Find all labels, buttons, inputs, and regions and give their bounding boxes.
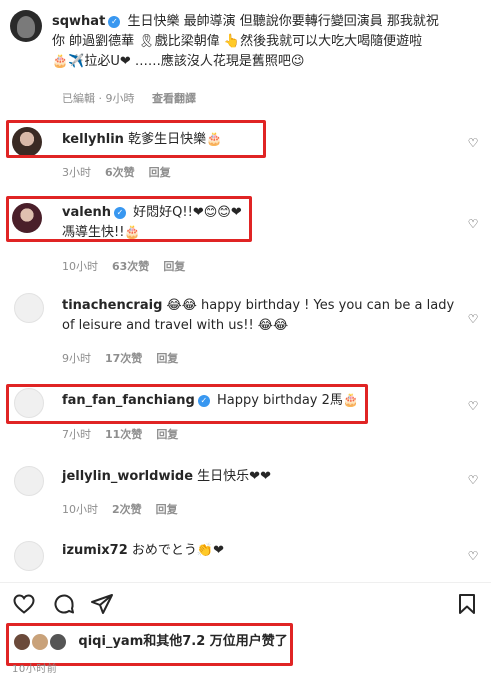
comment-meta: 9小时 17次赞 回复: [62, 350, 192, 366]
comment-like-heart-icon[interactable]: ♡: [467, 313, 479, 325]
comment-time: 3小时: [62, 166, 91, 179]
comment-username[interactable]: izumix72: [62, 543, 128, 558]
comment-avatar[interactable]: [14, 293, 44, 323]
comment-avatar[interactable]: [14, 466, 44, 496]
post-meta: 已編輯 · 9小時 查看翻譯: [62, 90, 196, 106]
caption-line-3: 🎂✈️拉必U❤ ……應該沒人花現是舊照吧😉: [52, 54, 305, 69]
comment-avatar[interactable]: [14, 541, 44, 571]
comment-text: tinachencraig 😂😂 happy birthday ! Yes yo…: [62, 296, 462, 336]
caption-line-2: 你 帥過劉德華 🎗戲比梁朝偉 👆然後我就可以大吃大喝隨便遊啦: [52, 34, 423, 49]
reply-button[interactable]: 回复: [163, 260, 185, 273]
highlight-box: [6, 120, 266, 158]
caption-line-1: 生日快樂 最帥導演 但聽說你要轉行變回演員 那我就祝: [127, 14, 439, 29]
comment-text: jellylin_worldwide 生日快乐❤❤: [62, 467, 271, 487]
post-author-username[interactable]: sqwhat: [52, 14, 105, 29]
comment-meta: 10小时 63次赞 回复: [62, 258, 199, 274]
share-icon[interactable]: [90, 592, 114, 616]
comment-like-heart-icon[interactable]: ♡: [467, 137, 479, 149]
comment-likes[interactable]: 17次赞: [105, 352, 142, 365]
like-heart-icon[interactable]: [12, 592, 36, 616]
highlight-box: [6, 196, 252, 242]
comment-username[interactable]: tinachencraig: [62, 298, 162, 313]
comment-time: 10小时: [62, 260, 98, 273]
reply-button[interactable]: 回复: [156, 428, 178, 441]
comment-time: 9小时: [62, 352, 91, 365]
comment-username[interactable]: jellylin_worldwide: [62, 469, 193, 484]
reply-button[interactable]: 回复: [149, 166, 171, 179]
comment-meta: 7小时 11次赞 回复: [62, 426, 192, 442]
post-time-ago: 10小时前: [12, 664, 58, 675]
see-translation-link[interactable]: 查看翻譯: [152, 92, 196, 105]
comment-body: 😂😂 happy birthday ! Yes you can be a lad…: [166, 298, 455, 313]
comment-text: izumix72 おめでとう👏❤: [62, 541, 224, 561]
highlight-box: [6, 384, 368, 424]
comment-icon[interactable]: [52, 592, 76, 616]
post-caption: sqwhat ✓ 生日快樂 最帥導演 但聽說你要轉行變回演員 那我就祝 你 帥過劉…: [52, 12, 482, 72]
comment-like-heart-icon[interactable]: ♡: [467, 474, 479, 486]
comment-time: 7小时: [62, 428, 91, 441]
comment-like-heart-icon[interactable]: ♡: [467, 550, 479, 562]
comment-like-heart-icon[interactable]: ♡: [467, 400, 479, 412]
comment-body: 生日快乐❤❤: [197, 469, 271, 484]
bookmark-icon[interactable]: [455, 592, 479, 616]
post-author-avatar[interactable]: [10, 10, 42, 42]
comment-likes[interactable]: 2次赞: [112, 503, 142, 516]
comment-like-heart-icon[interactable]: ♡: [467, 218, 479, 230]
reply-button[interactable]: 回复: [156, 352, 178, 365]
comment-body: おめでとう👏❤: [131, 543, 224, 558]
comment-likes[interactable]: 11次赞: [105, 428, 142, 441]
comment-likes[interactable]: 6次赞: [105, 166, 135, 179]
post-edited-time: 已編輯 · 9小時: [62, 92, 135, 105]
divider: [0, 582, 491, 583]
verified-badge-icon: ✓: [108, 16, 121, 28]
comment-time: 10小时: [62, 503, 98, 516]
comment-body-line-2: of leisure and travel with us!! 😂😂: [62, 318, 289, 333]
comment-likes[interactable]: 63次赞: [112, 260, 149, 273]
reply-button[interactable]: 回复: [156, 503, 178, 516]
post-action-bar: [10, 590, 481, 618]
comment-meta: 3小时 6次赞 回复: [62, 164, 185, 180]
comment-meta: 10小时 2次赞 回复: [62, 501, 192, 517]
